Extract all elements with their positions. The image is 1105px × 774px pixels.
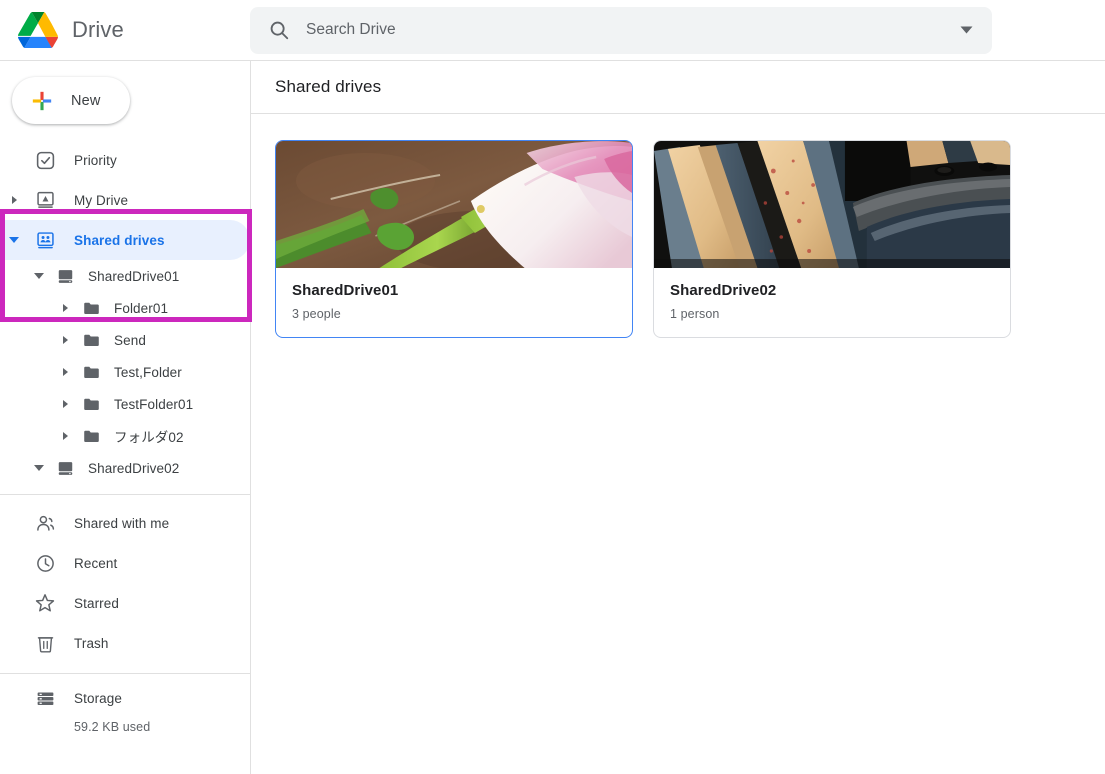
brand-title: Drive bbox=[72, 17, 124, 42]
arrow-slot bbox=[0, 583, 28, 623]
sidebar-item-recent[interactable]: Recent bbox=[0, 543, 250, 583]
tree-item-label: TestFolder01 bbox=[114, 396, 194, 412]
tree-item-send[interactable]: Send bbox=[0, 324, 250, 356]
tree-item-test-folder[interactable]: Test,Folder bbox=[0, 356, 250, 388]
arrow-slot bbox=[0, 503, 28, 543]
google-drive-logo-icon bbox=[18, 12, 58, 48]
arrow-slot bbox=[0, 623, 28, 663]
drive-thumbnail-tulip bbox=[276, 141, 632, 268]
drive-card-body: SharedDrive02 1 person bbox=[654, 268, 1010, 337]
drive-card-shareddrive02[interactable]: SharedDrive02 1 person bbox=[653, 140, 1011, 338]
expand-arrow[interactable] bbox=[52, 356, 78, 388]
tree-item-shareddrive01[interactable]: SharedDrive01 bbox=[0, 260, 250, 292]
my-drive-icon bbox=[28, 190, 62, 211]
search-bar[interactable] bbox=[250, 6, 992, 54]
main-header: Shared drives bbox=[251, 61, 1105, 114]
shared-drives-tree: SharedDrive01 Folder01 Send Test,Folder … bbox=[0, 260, 250, 484]
folder-icon bbox=[78, 395, 104, 414]
sidebar-item-priority[interactable]: Priority bbox=[0, 140, 250, 180]
sidebar-item-my-drive[interactable]: My Drive bbox=[0, 180, 250, 220]
brand-area[interactable]: Drive bbox=[0, 0, 250, 60]
sidebar-item-storage[interactable]: Storage bbox=[0, 678, 250, 718]
folder-icon bbox=[78, 299, 104, 318]
sidebar-item-shared-drives[interactable]: Shared drives bbox=[0, 220, 250, 260]
clock-icon bbox=[28, 553, 62, 574]
drive-cards-grid: SharedDrive01 3 people SharedDrive02 1 p… bbox=[251, 114, 1105, 774]
drive-icon bbox=[52, 267, 78, 286]
tree-item-shareddrive02[interactable]: SharedDrive02 bbox=[0, 452, 250, 484]
sidebar: New Priority My Drive Shared drives Shar… bbox=[0, 60, 252, 774]
storage-icon bbox=[28, 688, 62, 709]
sidebar-item-shared-with-me[interactable]: Shared with me bbox=[0, 503, 250, 543]
arrow-slot bbox=[0, 140, 28, 180]
sidebar-item-label: Recent bbox=[74, 555, 118, 571]
chevron-down-icon[interactable] bbox=[954, 18, 978, 42]
drive-card-shareddrive01[interactable]: SharedDrive01 3 people bbox=[275, 140, 633, 338]
folder-icon bbox=[78, 363, 104, 382]
tree-item-testfolder01[interactable]: TestFolder01 bbox=[0, 388, 250, 420]
drive-card-members: 1 person bbox=[670, 307, 720, 321]
new-button[interactable]: New bbox=[12, 77, 130, 124]
trash-icon bbox=[28, 633, 62, 654]
main-content: Shared drives SharedDrive01 3 people Sha… bbox=[250, 60, 1105, 774]
expand-arrow[interactable] bbox=[52, 388, 78, 420]
arrow-slot bbox=[0, 543, 28, 583]
people-icon bbox=[28, 513, 62, 534]
drive-card-members: 3 people bbox=[292, 307, 341, 321]
drive-app: Drive Search Drive New Priority My Drive… bbox=[0, 0, 1105, 774]
new-button-label: New bbox=[71, 92, 101, 109]
folder-icon bbox=[78, 331, 104, 350]
tree-item-label: フォルダ02 bbox=[114, 430, 184, 445]
collapse-arrow[interactable] bbox=[26, 452, 52, 484]
sidebar-item-label: Trash bbox=[74, 635, 109, 651]
search-area bbox=[250, 0, 1105, 60]
expand-arrow[interactable] bbox=[52, 292, 78, 324]
new-button-wrap: New bbox=[0, 61, 250, 134]
secondary-nav: Shared with me Recent Starred Trash bbox=[0, 495, 250, 663]
top-bar: Drive bbox=[0, 0, 1105, 60]
storage-section: Storage 59.2 KB used bbox=[0, 674, 250, 734]
sidebar-item-label: Starred bbox=[74, 595, 119, 611]
drive-card-name: SharedDrive02 bbox=[670, 282, 777, 299]
drive-card-name: SharedDrive01 bbox=[292, 282, 399, 299]
collapse-arrow[interactable] bbox=[26, 260, 52, 292]
star-icon bbox=[28, 592, 62, 614]
check-circle-icon bbox=[28, 150, 62, 171]
shared-drives-icon bbox=[28, 230, 62, 251]
search-input[interactable] bbox=[306, 21, 938, 39]
expand-arrow[interactable] bbox=[52, 324, 78, 356]
sidebar-item-label: Shared with me bbox=[74, 515, 170, 531]
tree-item-label: SharedDrive01 bbox=[88, 268, 180, 284]
tree-item-label: Folder01 bbox=[114, 300, 169, 316]
sidebar-item-starred[interactable]: Starred bbox=[0, 583, 250, 623]
arrow-slot bbox=[0, 678, 28, 718]
sidebar-item-label: My Drive bbox=[74, 192, 129, 208]
primary-nav: Priority My Drive Shared drives SharedDr… bbox=[0, 134, 250, 734]
drive-thumbnail-books bbox=[654, 141, 1010, 268]
tree-item-label: Send bbox=[114, 332, 146, 348]
sidebar-item-label: Shared drives bbox=[74, 232, 165, 248]
tree-item-folder01[interactable]: Folder01 bbox=[0, 292, 250, 324]
drive-icon bbox=[52, 459, 78, 478]
tree-item-folder02-jp[interactable]: フォルダ02 bbox=[0, 420, 250, 452]
body-row: New Priority My Drive Shared drives Shar… bbox=[0, 60, 1105, 774]
expand-arrow-my-drive[interactable] bbox=[0, 180, 28, 220]
sidebar-item-label: Priority bbox=[74, 152, 117, 168]
tree-item-label: Test,Folder bbox=[114, 364, 182, 380]
storage-used-text: 59.2 KB used bbox=[74, 720, 151, 734]
collapse-arrow-shared-drives[interactable] bbox=[0, 220, 28, 260]
drive-card-body: SharedDrive01 3 people bbox=[276, 268, 632, 337]
tree-item-label: SharedDrive02 bbox=[88, 460, 180, 476]
sidebar-item-trash[interactable]: Trash bbox=[0, 623, 250, 663]
sidebar-item-label: Storage bbox=[74, 690, 122, 706]
expand-arrow[interactable] bbox=[52, 420, 78, 452]
plus-icon bbox=[32, 91, 52, 110]
search-icon bbox=[270, 21, 289, 40]
folder-icon bbox=[78, 427, 104, 446]
page-title: Shared drives bbox=[275, 77, 382, 96]
